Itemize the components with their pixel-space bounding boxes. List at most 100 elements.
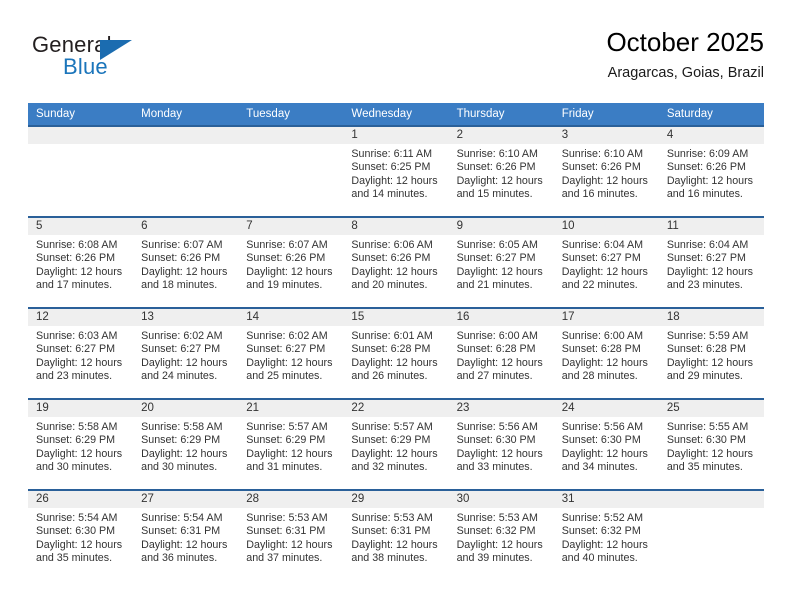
daylight-duration-line1: Daylight: 12 hours bbox=[561, 356, 648, 369]
calendar-day-cell[interactable]: 26 Sunrise: 5:54 AM Sunset: 6:30 PM Dayligh… bbox=[28, 489, 134, 580]
sunrise-time: Sunrise: 6:08 AM bbox=[36, 239, 118, 251]
daylight-duration-line2: and 14 minutes. bbox=[351, 188, 428, 201]
day-cell-inner bbox=[658, 491, 764, 580]
day-cell-details: Sunrise: 6:05 AM Sunset: 6:27 PM Daylight:… bbox=[449, 235, 554, 293]
calendar-week-row: 1 Sunrise: 6:11 AM Sunset: 6:25 PM Daylight… bbox=[28, 125, 764, 217]
calendar-day-cell[interactable]: 3 Sunrise: 6:10 AM Sunset: 6:26 PM Daylight… bbox=[553, 125, 659, 217]
calendar-day-cell[interactable]: 13 Sunrise: 6:02 AM Sunset: 6:27 PM Dayligh… bbox=[133, 307, 239, 399]
calendar-day-cell[interactable]: 14 Sunrise: 6:02 AM Sunset: 6:27 PM Dayligh… bbox=[238, 307, 344, 399]
day-cell-inner: 10 Sunrise: 6:04 AM Sunset: 6:27 PM Dayligh… bbox=[553, 218, 659, 307]
sunrise-time: Sunrise: 5:53 AM bbox=[456, 512, 538, 524]
sunset-time: Sunset: 6:28 PM bbox=[351, 343, 431, 356]
day-number: 3 bbox=[553, 127, 659, 144]
day-cell-details: Sunrise: 6:04 AM Sunset: 6:27 PM Daylight:… bbox=[554, 235, 659, 293]
sunrise-time: Sunrise: 6:04 AM bbox=[561, 239, 644, 251]
calendar-day-cell[interactable]: 20 Sunrise: 5:58 AM Sunset: 6:29 PM Dayligh… bbox=[133, 398, 239, 490]
sunset-time: Sunset: 6:27 PM bbox=[666, 252, 746, 265]
calendar-day-cell[interactable]: 11 Sunrise: 6:04 AM Sunset: 6:27 PM Dayligh… bbox=[658, 216, 764, 308]
daylight-duration-line2: and 17 minutes. bbox=[36, 279, 113, 292]
calendar-day-cell[interactable]: 30 Sunrise: 5:53 AM Sunset: 6:32 PM Dayligh… bbox=[448, 489, 554, 580]
sunrise-time: Sunrise: 5:56 AM bbox=[561, 421, 644, 433]
daylight-duration-line1: Daylight: 12 hours bbox=[456, 538, 543, 551]
calendar-day-cell[interactable]: 25 Sunrise: 5:55 AM Sunset: 6:30 PM Dayligh… bbox=[658, 398, 764, 490]
daylight-duration-line2: and 34 minutes. bbox=[561, 461, 638, 474]
day-cell-details: Sunrise: 6:10 AM Sunset: 6:26 PM Daylight:… bbox=[554, 144, 659, 202]
calendar-day-cell[interactable]: 1 Sunrise: 6:11 AM Sunset: 6:25 PM Daylight… bbox=[343, 125, 449, 217]
daylight-duration-line2: and 30 minutes. bbox=[141, 461, 218, 474]
calendar-day-cell[interactable]: 16 Sunrise: 6:00 AM Sunset: 6:28 PM Dayligh… bbox=[448, 307, 554, 399]
calendar-day-cell[interactable]: 27 Sunrise: 5:54 AM Sunset: 6:31 PM Dayligh… bbox=[133, 489, 239, 580]
daylight-duration-line1: Daylight: 12 hours bbox=[36, 265, 123, 278]
day-cell-inner: 28 Sunrise: 5:53 AM Sunset: 6:31 PM Dayligh… bbox=[238, 491, 344, 580]
sunrise-time: Sunrise: 5:56 AM bbox=[456, 421, 538, 433]
day-cell-inner: 22 Sunrise: 5:57 AM Sunset: 6:29 PM Dayligh… bbox=[343, 400, 449, 489]
calendar-day-cell[interactable]: 10 Sunrise: 6:04 AM Sunset: 6:27 PM Dayligh… bbox=[553, 216, 659, 308]
calendar-day-cell[interactable]: 23 Sunrise: 5:56 AM Sunset: 6:30 PM Dayligh… bbox=[448, 398, 554, 490]
calendar-day-cell[interactable]: 22 Sunrise: 5:57 AM Sunset: 6:29 PM Dayligh… bbox=[343, 398, 449, 490]
day-cell-inner: 31 Sunrise: 5:52 AM Sunset: 6:32 PM Dayligh… bbox=[553, 491, 659, 580]
calendar-day-cell[interactable]: 31 Sunrise: 5:52 AM Sunset: 6:32 PM Dayligh… bbox=[553, 489, 659, 580]
day-number: 16 bbox=[448, 309, 554, 326]
sunrise-time: Sunrise: 5:54 AM bbox=[36, 512, 118, 524]
calendar-grid: Sunday Monday Tuesday Wednesday Thursday… bbox=[28, 103, 764, 580]
calendar-day-cell[interactable]: 8 Sunrise: 6:06 AM Sunset: 6:26 PM Daylight… bbox=[343, 216, 449, 308]
sunrise-time: Sunrise: 6:00 AM bbox=[561, 330, 644, 342]
calendar-day-cell[interactable]: 9 Sunrise: 6:05 AM Sunset: 6:27 PM Daylight… bbox=[448, 216, 554, 308]
sunset-time: Sunset: 6:31 PM bbox=[351, 525, 431, 538]
sunrise-time: Sunrise: 5:52 AM bbox=[561, 512, 644, 524]
day-cell-details: Sunrise: 5:57 AM Sunset: 6:29 PM Daylight:… bbox=[238, 417, 343, 475]
general-blue-logo[interactable]: General Blue bbox=[32, 32, 212, 88]
day-cell-details: Sunrise: 6:02 AM Sunset: 6:27 PM Daylight:… bbox=[133, 326, 238, 384]
day-cell-details: Sunrise: 5:58 AM Sunset: 6:29 PM Daylight:… bbox=[28, 417, 133, 475]
day-cell-details: Sunrise: 5:56 AM Sunset: 6:30 PM Daylight:… bbox=[554, 417, 659, 475]
day-cell-inner: 12 Sunrise: 6:03 AM Sunset: 6:27 PM Dayligh… bbox=[28, 309, 134, 398]
day-cell-details: Sunrise: 6:04 AM Sunset: 6:27 PM Daylight:… bbox=[659, 235, 764, 293]
calendar-day-cell[interactable]: 6 Sunrise: 6:07 AM Sunset: 6:26 PM Daylight… bbox=[133, 216, 239, 308]
day-cell-details: Sunrise: 6:03 AM Sunset: 6:27 PM Daylight:… bbox=[28, 326, 133, 384]
sunset-time: Sunset: 6:28 PM bbox=[456, 343, 536, 356]
calendar-day-cell[interactable]: 19 Sunrise: 5:58 AM Sunset: 6:29 PM Dayligh… bbox=[28, 398, 134, 490]
sunrise-time: Sunrise: 5:58 AM bbox=[141, 421, 223, 433]
day-cell-details: Sunrise: 5:53 AM Sunset: 6:32 PM Daylight:… bbox=[449, 508, 554, 566]
sunrise-time: Sunrise: 6:03 AM bbox=[36, 330, 118, 342]
day-number bbox=[238, 127, 344, 144]
daylight-duration-line1: Daylight: 12 hours bbox=[351, 538, 438, 551]
day-cell-details: Sunrise: 5:54 AM Sunset: 6:31 PM Daylight:… bbox=[133, 508, 238, 566]
day-number: 15 bbox=[343, 309, 449, 326]
day-cell-details: Sunrise: 6:10 AM Sunset: 6:26 PM Daylight:… bbox=[449, 144, 554, 202]
sunrise-time: Sunrise: 6:01 AM bbox=[351, 330, 433, 342]
day-number: 6 bbox=[133, 218, 239, 235]
sunrise-time: Sunrise: 5:57 AM bbox=[351, 421, 433, 433]
day-number: 5 bbox=[28, 218, 134, 235]
calendar-day-cell[interactable]: 28 Sunrise: 5:53 AM Sunset: 6:31 PM Dayligh… bbox=[238, 489, 344, 580]
day-cell-inner: 14 Sunrise: 6:02 AM Sunset: 6:27 PM Dayligh… bbox=[238, 309, 344, 398]
daylight-duration-line1: Daylight: 12 hours bbox=[351, 447, 438, 460]
weekday-header-monday: Monday bbox=[133, 103, 239, 126]
calendar-day-cell[interactable]: 4 Sunrise: 6:09 AM Sunset: 6:26 PM Daylight… bbox=[658, 125, 764, 217]
calendar-day-cell[interactable]: 18 Sunrise: 5:59 AM Sunset: 6:28 PM Dayligh… bbox=[658, 307, 764, 399]
daylight-duration-line1: Daylight: 12 hours bbox=[561, 538, 648, 551]
day-number bbox=[133, 127, 239, 144]
calendar-day-cell[interactable]: 24 Sunrise: 5:56 AM Sunset: 6:30 PM Dayligh… bbox=[553, 398, 659, 490]
weekday-header-friday: Friday bbox=[553, 103, 659, 126]
calendar-day-cell[interactable]: 15 Sunrise: 6:01 AM Sunset: 6:28 PM Dayligh… bbox=[343, 307, 449, 399]
page-title: October 2025 bbox=[606, 27, 764, 57]
day-cell-inner: 30 Sunrise: 5:53 AM Sunset: 6:32 PM Dayligh… bbox=[448, 491, 554, 580]
daylight-duration-line1: Daylight: 12 hours bbox=[561, 447, 648, 460]
day-cell-inner: 3 Sunrise: 6:10 AM Sunset: 6:26 PM Daylight… bbox=[553, 127, 659, 216]
calendar-day-cell[interactable]: 12 Sunrise: 6:03 AM Sunset: 6:27 PM Dayligh… bbox=[28, 307, 134, 399]
daylight-duration-line1: Daylight: 12 hours bbox=[141, 265, 228, 278]
calendar-day-cell-empty bbox=[658, 489, 764, 580]
sunset-time: Sunset: 6:29 PM bbox=[246, 434, 326, 447]
daylight-duration-line1: Daylight: 12 hours bbox=[666, 356, 753, 369]
calendar-day-cell[interactable]: 21 Sunrise: 5:57 AM Sunset: 6:29 PM Dayligh… bbox=[238, 398, 344, 490]
day-cell-details: Sunrise: 6:01 AM Sunset: 6:28 PM Daylight:… bbox=[343, 326, 448, 384]
sunset-time: Sunset: 6:27 PM bbox=[246, 343, 326, 356]
calendar-day-cell[interactable]: 29 Sunrise: 5:53 AM Sunset: 6:31 PM Dayligh… bbox=[343, 489, 449, 580]
calendar-day-cell[interactable]: 5 Sunrise: 6:08 AM Sunset: 6:26 PM Daylight… bbox=[28, 216, 134, 308]
daylight-duration-line1: Daylight: 12 hours bbox=[666, 265, 753, 278]
calendar-day-cell[interactable]: 2 Sunrise: 6:10 AM Sunset: 6:26 PM Daylight… bbox=[448, 125, 554, 217]
daylight-duration-line2: and 32 minutes. bbox=[351, 461, 428, 474]
calendar-day-cell[interactable]: 17 Sunrise: 6:00 AM Sunset: 6:28 PM Dayligh… bbox=[553, 307, 659, 399]
calendar-day-cell[interactable]: 7 Sunrise: 6:07 AM Sunset: 6:26 PM Daylight… bbox=[238, 216, 344, 308]
